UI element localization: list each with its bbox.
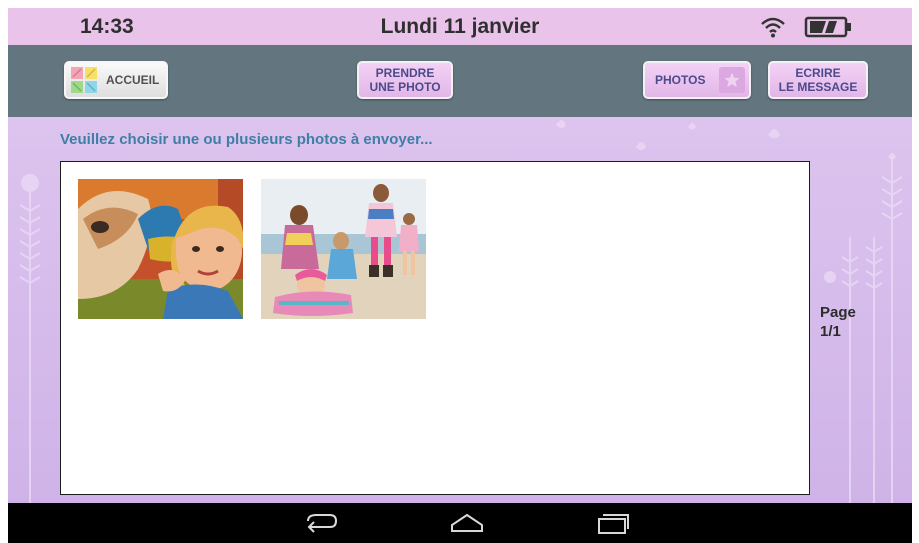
accueil-label: ACCUEIL bbox=[106, 73, 160, 87]
star-icon bbox=[724, 72, 740, 88]
home-icon[interactable] bbox=[449, 511, 485, 535]
content-area: Veuillez choisir une ou plusieurs photos… bbox=[8, 117, 912, 503]
write-message-label-line2: LE MESSAGE bbox=[778, 80, 858, 94]
star-icon-box bbox=[719, 67, 745, 93]
photos-button[interactable]: PHOTOS bbox=[643, 61, 751, 99]
battery-icon bbox=[804, 16, 851, 38]
status-bar: 14:33 Lundi 11 janvier bbox=[8, 8, 912, 45]
write-message-label-line1: ECRIRE bbox=[795, 66, 841, 80]
photo-children-beach bbox=[261, 179, 426, 319]
take-photo-label-line1: PRENDRE bbox=[375, 66, 435, 80]
photo-grid bbox=[60, 161, 810, 495]
take-photo-label: PRENDRE UNE PHOTO bbox=[369, 66, 440, 94]
toolbar: ACCUEIL PRENDRE UNE PHOTO PHOTOS ECRIRE … bbox=[8, 45, 912, 117]
instruction-text: Veuillez choisir une ou plusieurs photos… bbox=[60, 131, 433, 148]
app-grid-icon bbox=[71, 67, 97, 93]
write-message-label: ECRIRE LE MESSAGE bbox=[779, 66, 858, 94]
take-photo-button[interactable]: PRENDRE UNE PHOTO bbox=[357, 61, 453, 99]
recent-apps-icon[interactable] bbox=[595, 511, 631, 535]
wifi-icon bbox=[761, 17, 785, 38]
page-indicator: Page 1/1 bbox=[820, 303, 856, 341]
photo-thumbnail-2[interactable] bbox=[261, 179, 426, 319]
page-label: Page bbox=[820, 304, 856, 321]
navigation-bar bbox=[8, 503, 912, 543]
photo-child-carousel bbox=[78, 179, 243, 319]
photo-thumbnail-1[interactable] bbox=[78, 179, 243, 319]
take-photo-label-line2: UNE PHOTO bbox=[369, 80, 441, 94]
photos-label: PHOTOS bbox=[655, 73, 706, 87]
write-message-button[interactable]: ECRIRE LE MESSAGE bbox=[768, 61, 868, 99]
page-value: 1/1 bbox=[820, 323, 841, 340]
back-icon[interactable] bbox=[304, 511, 340, 535]
accueil-button[interactable]: ACCUEIL bbox=[64, 61, 168, 99]
